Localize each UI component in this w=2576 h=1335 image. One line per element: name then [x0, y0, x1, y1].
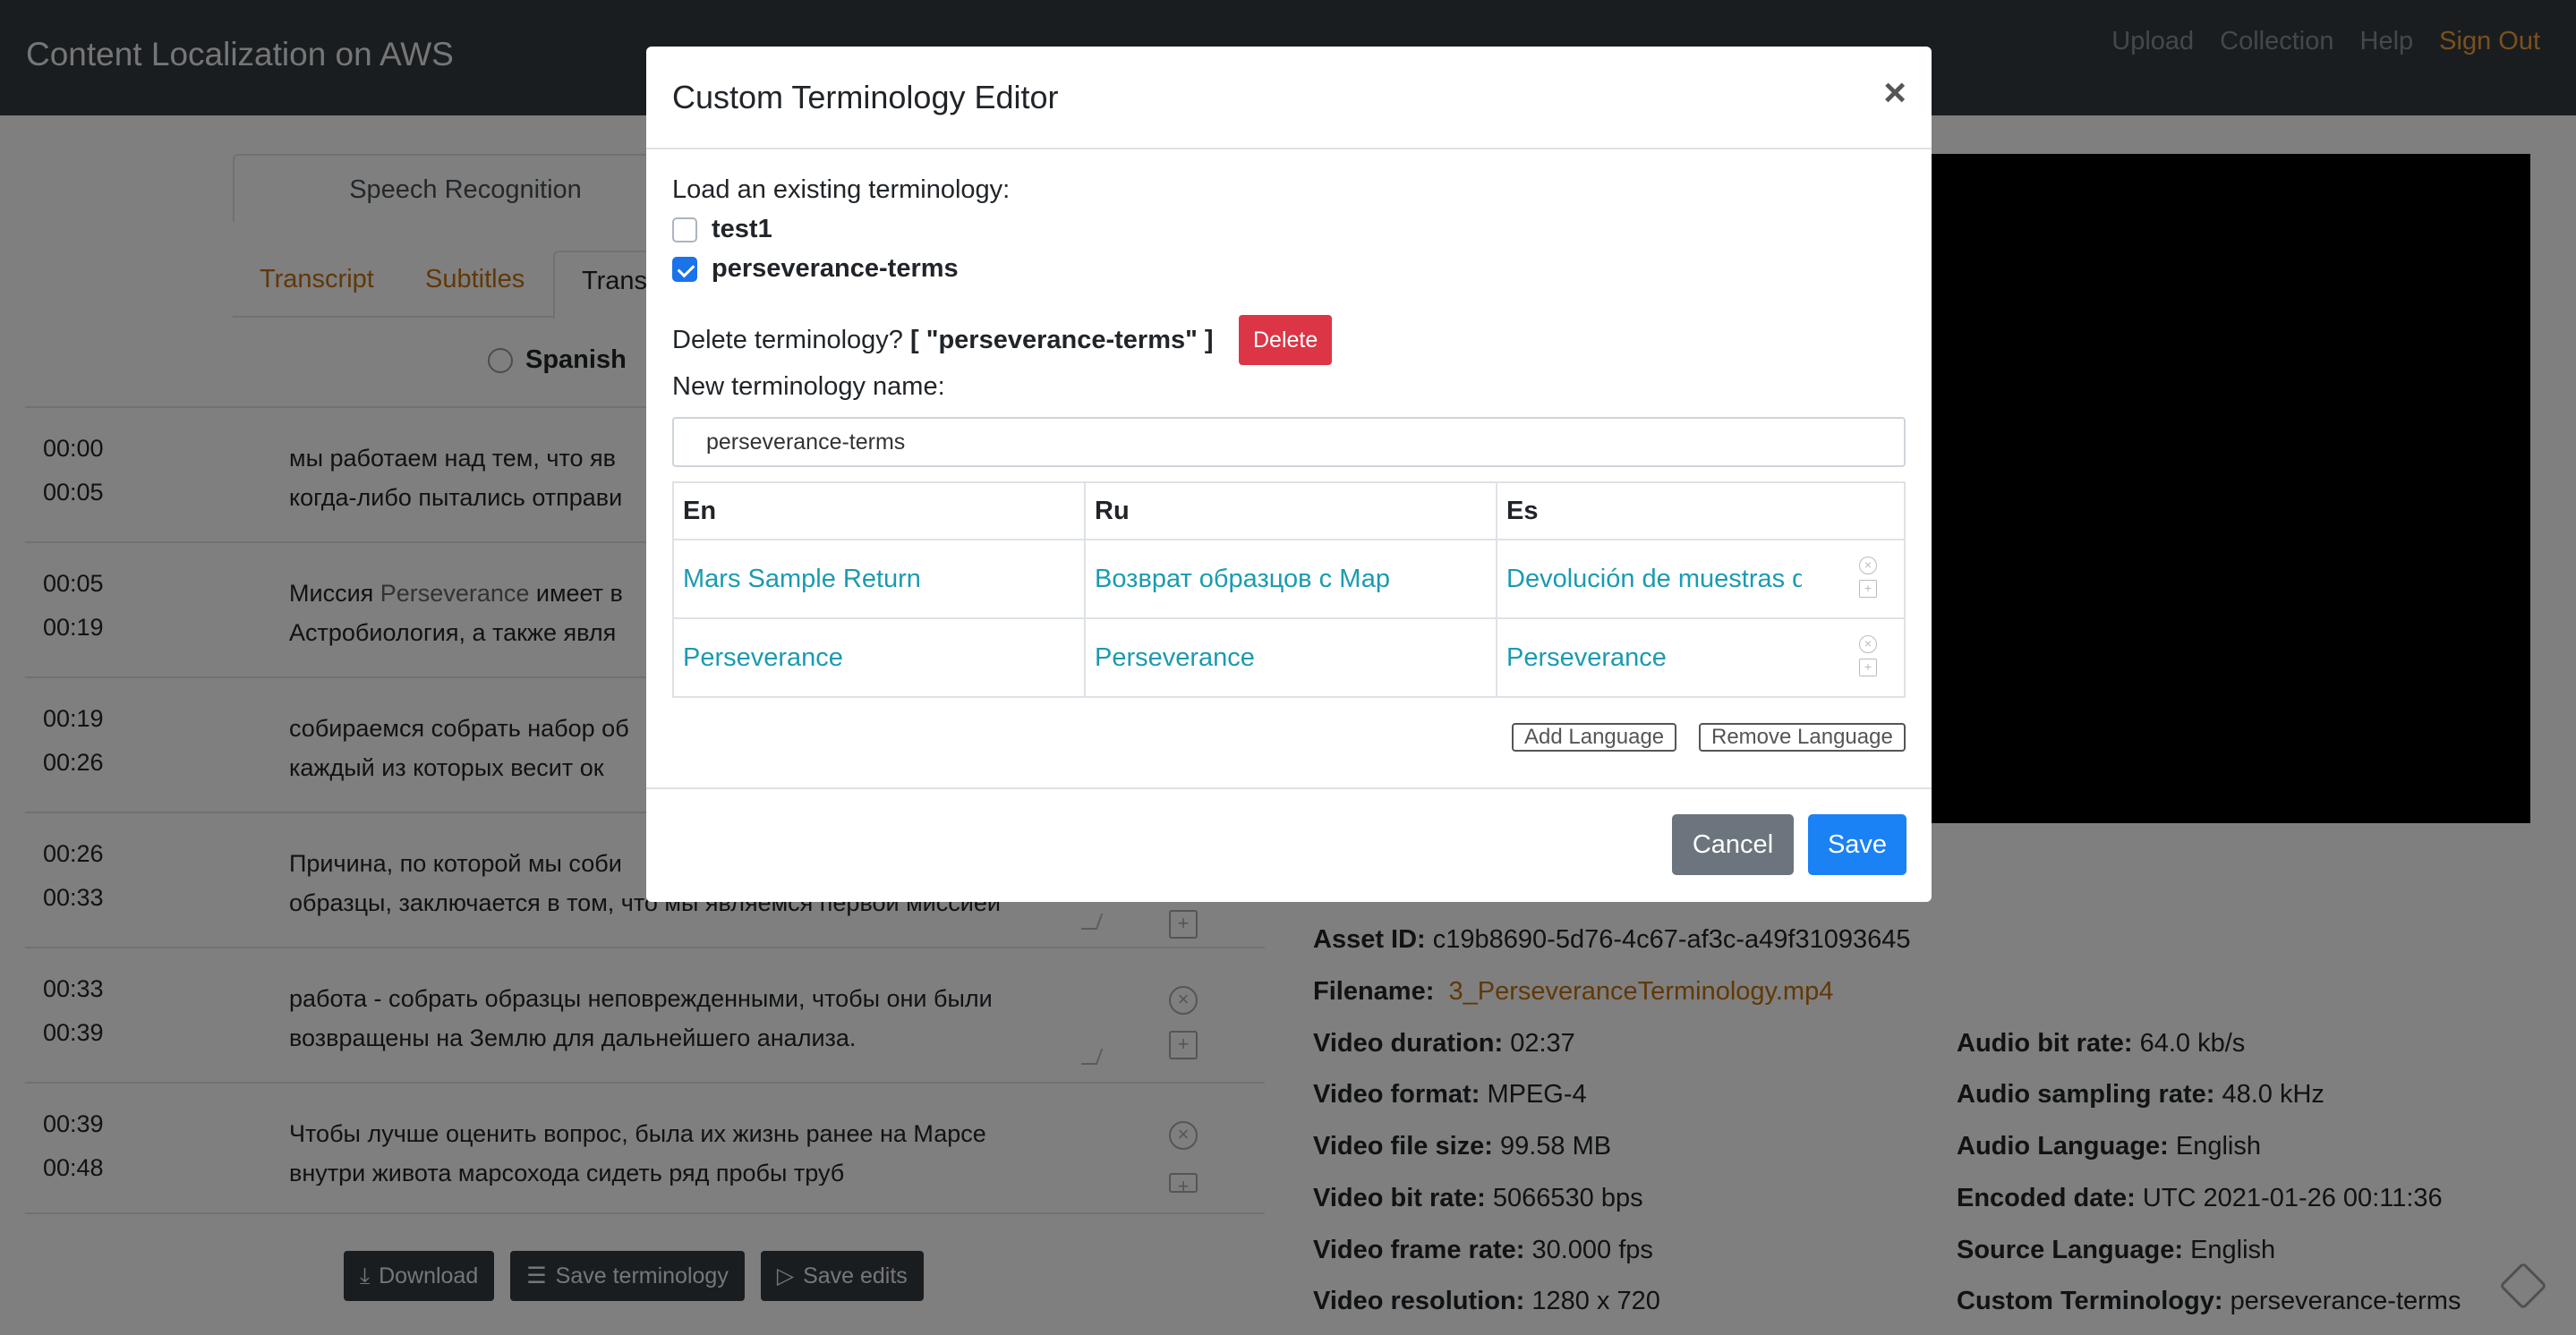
terminology-option-perseverance[interactable]: perseverance-terms: [672, 254, 959, 284]
column-header: Es: [1496, 481, 1906, 540]
term-cell[interactable]: Возврат образцов с Марса: [1084, 539, 1497, 619]
new-terminology-label: New terminology name:: [672, 372, 945, 401]
table-row: Perseverance Perseverance Perseverance ×…: [672, 617, 1906, 698]
term-cell[interactable]: Devolución de muestras de Marte × +: [1496, 539, 1906, 619]
column-header: Ru: [1084, 481, 1497, 540]
term-cell[interactable]: Perseverance: [672, 617, 1086, 698]
row-actions: × +: [1859, 557, 1877, 598]
row-actions: × +: [1859, 635, 1877, 676]
load-terminology-label: Load an existing terminology:: [672, 175, 1011, 204]
checkbox[interactable]: [672, 217, 697, 242]
checkbox[interactable]: [672, 256, 697, 282]
table-header-row: En Ru Es: [672, 481, 1906, 540]
remove-term-icon[interactable]: ×: [1859, 557, 1877, 574]
delete-terminology-prompt: Delete terminology? [ "perseverance-term…: [672, 326, 1214, 354]
cancel-button[interactable]: Cancel: [1672, 814, 1794, 875]
option-label: test1: [712, 215, 772, 243]
modal-title: Custom Terminology Editor: [672, 79, 1059, 115]
terminology-table: En Ru Es Mars Sample Return Возврат обра…: [672, 481, 1906, 698]
save-button[interactable]: Save: [1808, 814, 1906, 875]
terminology-name-input[interactable]: [672, 417, 1906, 467]
term-cell[interactable]: Mars Sample Return: [672, 539, 1086, 619]
add-term-icon[interactable]: +: [1859, 659, 1877, 676]
modal-header: Custom Terminology Editor ×: [646, 47, 1932, 149]
term-cell[interactable]: Perseverance × +: [1496, 617, 1906, 698]
term-cell[interactable]: Perseverance: [1084, 617, 1497, 698]
delete-button[interactable]: Delete: [1239, 315, 1333, 365]
add-language-button[interactable]: Add Language: [1512, 723, 1677, 752]
remove-term-icon[interactable]: ×: [1859, 635, 1877, 653]
custom-terminology-modal: Custom Terminology Editor × Load an exis…: [646, 47, 1932, 902]
modal-footer-divider: [646, 787, 1932, 789]
column-header: En: [672, 481, 1086, 540]
add-term-icon[interactable]: +: [1859, 580, 1877, 598]
remove-language-button[interactable]: Remove Language: [1699, 723, 1906, 752]
close-icon[interactable]: ×: [1883, 73, 1906, 113]
table-row: Mars Sample Return Возврат образцов с Ма…: [672, 539, 1906, 619]
terminology-option-test1[interactable]: test1: [672, 215, 772, 244]
option-label: perseverance-terms: [712, 254, 959, 283]
